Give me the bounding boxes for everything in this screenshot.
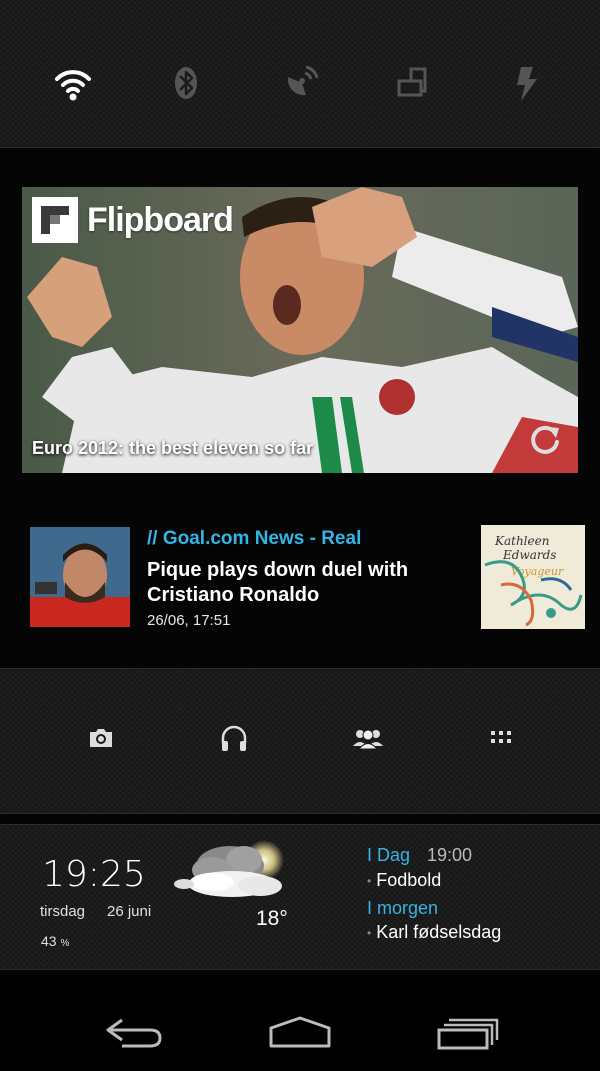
flipboard-widget[interactable]: Flipboard Euro 2012: the best eleven so … bbox=[22, 187, 578, 473]
auto-rotate-icon bbox=[397, 67, 427, 97]
auto-rotate-toggle[interactable] bbox=[388, 58, 438, 108]
people-icon bbox=[353, 729, 383, 750]
camera-shortcut[interactable] bbox=[81, 720, 121, 756]
news-thumbnail[interactable] bbox=[30, 527, 130, 627]
wifi-toggle[interactable] bbox=[48, 58, 98, 108]
clock-date: 26 juni bbox=[107, 903, 152, 920]
headphones-icon bbox=[221, 725, 247, 751]
album-art[interactable]: Kathleen Edwards Voyageur bbox=[481, 525, 585, 629]
gps-toggle[interactable] bbox=[275, 58, 325, 108]
temperature: 18° bbox=[256, 907, 288, 930]
bluetooth-icon bbox=[175, 67, 197, 99]
app-drawer-button[interactable] bbox=[481, 720, 521, 756]
battery-value: 43 bbox=[41, 933, 57, 949]
clock-weather-widget[interactable] bbox=[0, 824, 600, 970]
album-cover: Kathleen Edwards Voyageur bbox=[481, 525, 585, 629]
bluetooth-toggle[interactable] bbox=[161, 58, 211, 108]
bullet-icon: • bbox=[367, 874, 372, 889]
calendar-event-tomorrow-label: Karl fødselsdag bbox=[376, 922, 502, 942]
partly-cloudy-icon[interactable] bbox=[172, 840, 292, 915]
calendar-event-today-label: Fodbold bbox=[376, 870, 442, 890]
flipboard-logo-icon bbox=[32, 197, 78, 243]
svg-text:Edwards: Edwards bbox=[502, 548, 556, 562]
bullet-icon: • bbox=[367, 926, 372, 941]
flash-icon bbox=[517, 67, 537, 101]
home-icon[interactable] bbox=[265, 1010, 335, 1054]
app-drawer-icon bbox=[491, 731, 511, 743]
calendar-event-tomorrow[interactable]: • Karl fødselsdag bbox=[367, 922, 501, 943]
recent-apps-icon[interactable] bbox=[433, 1010, 503, 1054]
flipboard-logo: Flipboard bbox=[32, 197, 234, 243]
people-shortcut[interactable] bbox=[348, 720, 388, 756]
clock-time[interactable]: 19:25 bbox=[42, 854, 146, 895]
gps-icon bbox=[287, 65, 319, 96]
svg-text:Kathleen: Kathleen bbox=[494, 534, 549, 548]
refresh-icon[interactable] bbox=[526, 421, 564, 459]
calendar-today-header: I Dag bbox=[367, 845, 411, 865]
calendar-today-time: 19:00 bbox=[427, 845, 473, 865]
news-title[interactable]: Pique plays down duel with Cristiano Ron… bbox=[147, 558, 467, 608]
battery-unit: % bbox=[60, 938, 70, 949]
news-source: // Goal.com News - Real bbox=[147, 528, 362, 549]
back-icon[interactable] bbox=[100, 1010, 170, 1054]
quick-settings-bar bbox=[0, 0, 600, 148]
clock-weekday: tirsdag bbox=[40, 903, 86, 920]
flipboard-brand: Flipboard bbox=[87, 200, 234, 239]
calendar-tomorrow-header: I morgen bbox=[367, 898, 439, 918]
battery-level: 43 % bbox=[41, 933, 69, 949]
wifi-icon bbox=[55, 70, 91, 101]
flash-toggle[interactable] bbox=[502, 58, 552, 108]
news-timestamp: 26/06, 17:51 bbox=[147, 612, 231, 629]
calendar-event-today[interactable]: • Fodbold bbox=[367, 870, 441, 891]
music-shortcut[interactable] bbox=[214, 720, 254, 756]
news-photo bbox=[30, 527, 130, 627]
flipboard-headline[interactable]: Euro 2012: the best eleven so far bbox=[32, 438, 313, 459]
camera-icon bbox=[90, 729, 112, 747]
